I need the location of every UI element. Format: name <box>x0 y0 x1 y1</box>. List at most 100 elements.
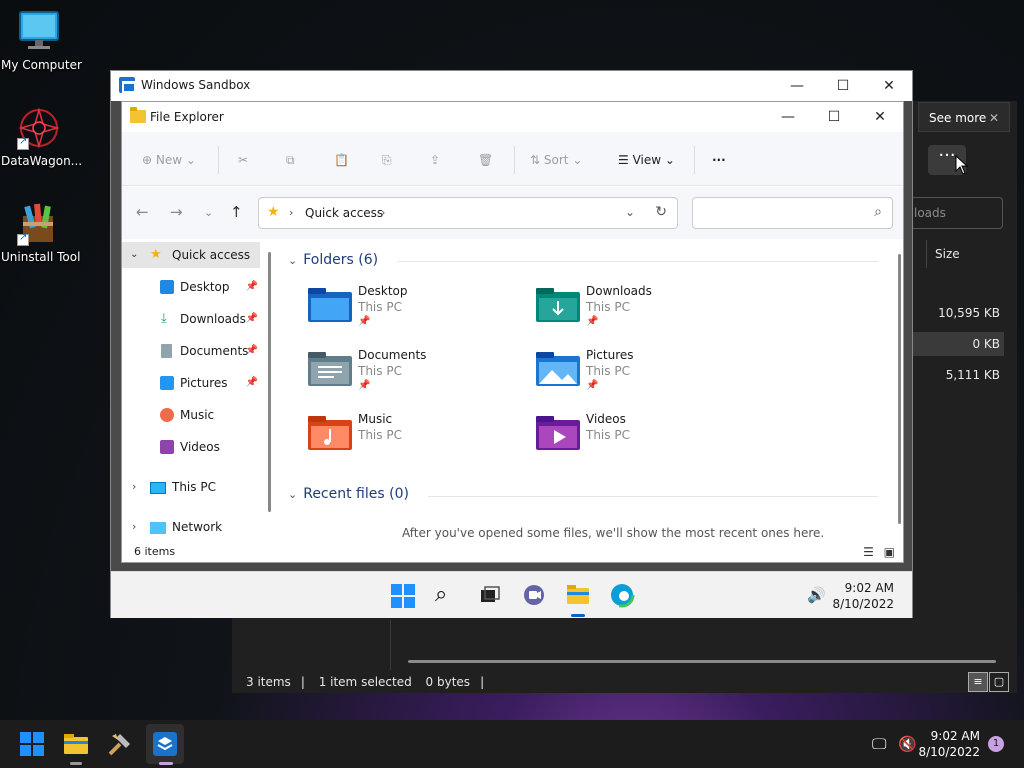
maximize-button[interactable]: ☐ <box>820 71 866 101</box>
tools-icon[interactable] <box>106 730 134 758</box>
close-icon[interactable]: ✕ <box>989 103 999 133</box>
network-tray-icon[interactable]: 🖵 <box>872 735 886 753</box>
task-view-icon[interactable] <box>477 582 503 608</box>
desktop-icon-label: My Computer <box>1 58 82 72</box>
desktop-icon-label: DataWagon... <box>1 154 83 168</box>
music-folder-icon <box>308 416 352 450</box>
file-explorer-status-bar: 6 items <box>122 542 903 562</box>
computer-icon <box>150 482 166 494</box>
cut-icon[interactable]: ✂ <box>238 151 248 169</box>
size-column-header[interactable]: Size <box>926 240 1006 268</box>
status-size: 0 bytes <box>425 675 471 689</box>
active-app-indicator <box>571 614 585 617</box>
rename-icon[interactable]: ⎘ <box>382 151 392 169</box>
chat-icon[interactable] <box>521 582 547 608</box>
videos-icon <box>160 440 174 454</box>
file-explorer-title-bar[interactable]: File Explorer — ☐ ✕ <box>122 102 903 132</box>
more-options-icon[interactable]: ··· <box>712 151 726 169</box>
folder-tile-videos[interactable]: Videos This PC <box>536 412 756 468</box>
large-icons-view-icon[interactable]: ▣ <box>884 545 895 559</box>
recent-locations-chevron-icon[interactable]: ⌄ <box>204 206 213 219</box>
chevron-right-icon[interactable]: › <box>132 514 136 540</box>
minimize-button[interactable]: — <box>765 102 811 132</box>
details-view-icon[interactable]: ≡ <box>968 672 988 692</box>
folder-tile-desktop[interactable]: Desktop This PC 📌 <box>308 284 528 340</box>
sandbox-clock[interactable]: 9:02 AM 8/10/2022 <box>832 580 894 612</box>
sidebar-item-downloads[interactable]: ⤓ Downloads 📌 <box>122 306 260 332</box>
chevron-down-icon[interactable]: ⌄ <box>625 205 635 219</box>
view-button[interactable]: ☰ View ⌄ <box>618 151 675 169</box>
large-icons-view-icon[interactable]: ▢ <box>989 672 1009 692</box>
forward-arrow-icon[interactable]: → <box>170 203 183 221</box>
share-icon[interactable]: ⇪ <box>430 151 440 169</box>
volume-icon[interactable]: 🔊 <box>807 586 826 604</box>
notification-badge[interactable]: 1 <box>988 736 1004 752</box>
refresh-icon[interactable]: ↻ <box>655 204 667 220</box>
view-toggle-group: ☰ ▣ <box>863 545 895 559</box>
videos-folder-icon <box>536 416 580 450</box>
close-button[interactable]: ✕ <box>857 102 903 132</box>
section-divider <box>398 261 878 262</box>
file-explorer-taskbar-icon[interactable] <box>565 582 591 608</box>
start-button[interactable] <box>391 584 415 608</box>
chevron-right-icon[interactable]: › <box>132 474 136 500</box>
sidebar-item-this-pc[interactable]: › This PC <box>122 474 260 500</box>
content-pane-scrollbar[interactable] <box>898 254 901 524</box>
sidebar-item-label: This PC <box>172 480 216 494</box>
sidebar-item-videos[interactable]: Videos <box>122 434 260 460</box>
close-button[interactable]: ✕ <box>866 71 912 101</box>
start-button[interactable] <box>20 732 44 756</box>
back-arrow-icon[interactable]: ← <box>136 203 149 221</box>
command-bar: ⊕ New ⌄ ✂ ⧉ 📋 ⎘ ⇪ 🗑 ⇅ Sort ⌄ ☰ View ⌄ ··… <box>122 132 903 186</box>
view-icon: ☰ <box>618 153 629 167</box>
file-explorer-taskbar-icon[interactable] <box>62 730 90 758</box>
folder-name: Desktop <box>358 284 408 298</box>
windows-sandbox-taskbar-icon[interactable] <box>151 730 179 758</box>
sidebar-item-documents[interactable]: Documents 📌 <box>122 338 260 364</box>
chevron-down-icon: ⌄ <box>288 488 298 501</box>
see-more-tooltip: See more ✕ <box>918 102 1010 132</box>
chevron-down-icon[interactable]: ⌄ <box>130 242 138 268</box>
sidebar-item-desktop[interactable]: Desktop 📌 <box>122 274 260 300</box>
sort-button[interactable]: ⇅ Sort ⌄ <box>530 151 582 169</box>
edge-browser-icon[interactable] <box>609 582 635 608</box>
toolbar-separator <box>514 146 515 174</box>
maximize-button[interactable]: ☐ <box>811 102 857 132</box>
volume-muted-icon[interactable]: 🔇 <box>898 735 917 753</box>
details-view-icon[interactable]: ☰ <box>863 545 874 559</box>
recent-files-section-header[interactable]: ⌄ Recent files (0) <box>288 486 409 502</box>
copy-icon[interactable]: ⧉ <box>286 151 295 169</box>
delete-icon[interactable]: 🗑 <box>478 151 493 169</box>
navigation-pane-scrollbar[interactable] <box>268 252 271 512</box>
sandbox-desktop: File Explorer — ☐ ✕ ⊕ New ⌄ ✂ ⧉ 📋 ⎘ ⇪ 🗑 <box>111 101 912 571</box>
breadcrumb-quick-access[interactable]: Quick access <box>305 206 383 220</box>
folder-tile-music[interactable]: Music This PC <box>308 412 528 468</box>
sandbox-taskbar: ⌕ 🔊 9:02 AM 8/10/2022 <box>111 571 912 618</box>
folder-tile-documents[interactable]: Documents This PC 📌 <box>308 348 528 404</box>
paste-icon[interactable]: 📋 <box>334 151 349 169</box>
sidebar-item-quick-access[interactable]: ⌄ ★ Quick access <box>122 242 260 268</box>
desktop-icon-uninstall-tool[interactable]: Uninstall Tool <box>1 202 80 264</box>
navigation-pane: ⌄ ★ Quick access Desktop 📌 ⤓ Downloads 📌 <box>122 240 270 540</box>
up-arrow-icon[interactable]: ↑ <box>230 203 243 221</box>
new-button[interactable]: ⊕ New ⌄ <box>142 151 196 169</box>
search-input[interactable]: ⌕ <box>692 197 893 229</box>
minimize-button[interactable]: — <box>774 71 820 101</box>
folder-tile-downloads[interactable]: Downloads This PC 📌 <box>536 284 756 340</box>
search-input[interactable]: loads <box>912 197 1003 229</box>
desktop-icon-my-computer[interactable]: My Computer <box>1 10 82 72</box>
pin-icon: 📌 <box>586 380 599 391</box>
desktop-icon-datawagon[interactable]: DataWagon... <box>1 106 83 168</box>
host-clock[interactable]: 9:02 AM 8/10/2022 <box>918 728 980 760</box>
address-bar[interactable]: ★ › Quick access › ⌄ ↻ <box>258 197 678 229</box>
folders-section-header[interactable]: ⌄ Folders (6) <box>288 252 378 268</box>
background-status-bar: 3 items | 1 item selected 0 bytes | <box>246 675 485 689</box>
folder-tile-pictures[interactable]: Pictures This PC 📌 <box>536 348 756 404</box>
pictures-folder-icon <box>536 352 580 386</box>
sandbox-title-bar[interactable]: Windows Sandbox — ☐ ✕ <box>111 71 912 101</box>
sidebar-item-network[interactable]: › Network <box>122 514 260 540</box>
sidebar-item-pictures[interactable]: Pictures 📌 <box>122 370 260 396</box>
search-icon[interactable]: ⌕ <box>435 582 461 608</box>
sidebar-item-music[interactable]: Music <box>122 402 260 428</box>
horizontal-scrollbar[interactable] <box>408 660 996 663</box>
